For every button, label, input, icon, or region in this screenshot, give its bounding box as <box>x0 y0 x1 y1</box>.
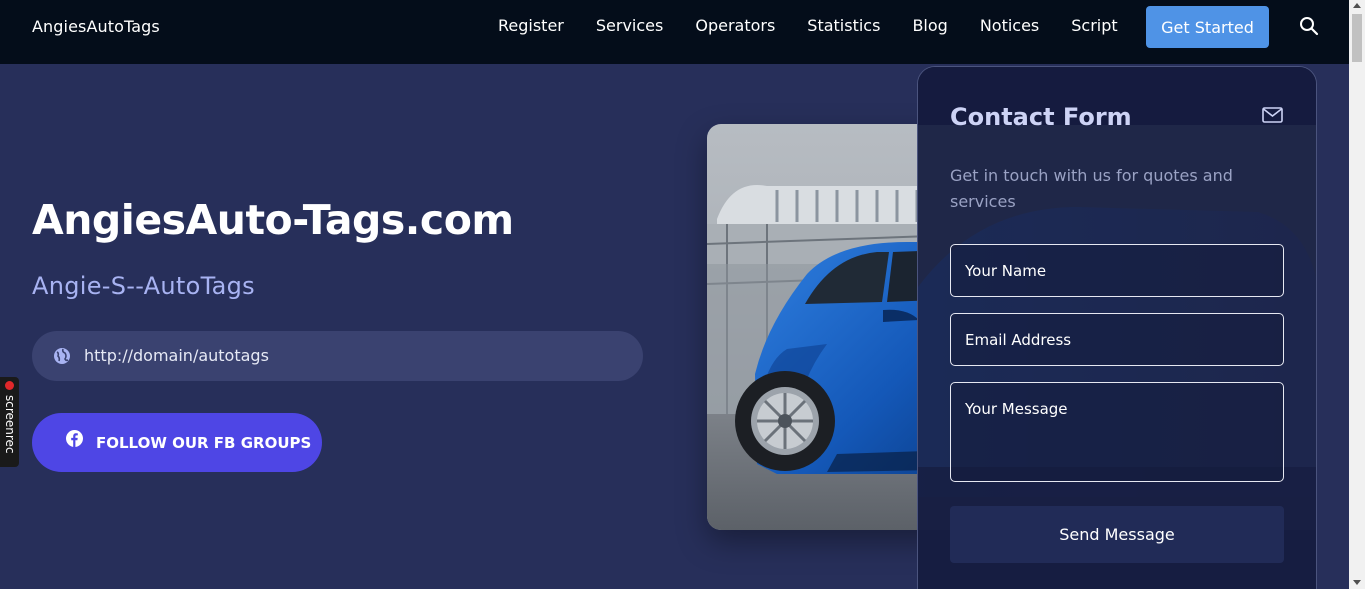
mail-icon <box>1262 107 1283 123</box>
top-navbar: AngiesAutoTags Register Services Operato… <box>0 0 1349 64</box>
scroll-thumb[interactable] <box>1352 14 1362 62</box>
send-message-button[interactable]: Send Message <box>950 506 1284 563</box>
nav-link-services[interactable]: Services <box>596 16 663 36</box>
scroll-down-icon[interactable] <box>1353 580 1361 585</box>
nav-link-operators[interactable]: Operators <box>695 16 775 36</box>
screenrec-tab[interactable]: screenrec <box>0 377 19 467</box>
email-input[interactable]: Email Address <box>950 313 1284 366</box>
contact-form-title: Contact Form <box>950 103 1132 131</box>
globe-icon <box>53 347 71 365</box>
facebook-icon <box>66 430 83 447</box>
name-input[interactable]: Your Name <box>950 244 1284 297</box>
search-icon[interactable] <box>1298 15 1320 37</box>
nav-link-notices[interactable]: Notices <box>980 16 1039 36</box>
hero-title: AngiesAuto-Tags.com <box>32 196 514 244</box>
screenrec-label: screenrec <box>3 395 17 454</box>
fb-button-label: FOLLOW OUR FB GROUPS <box>96 434 312 452</box>
hero-subtitle: Angie-S--AutoTags <box>32 272 255 300</box>
page-scrollbar[interactable] <box>1349 0 1365 589</box>
scroll-up-icon[interactable] <box>1353 3 1361 8</box>
nav-links: Register Services Operators Statistics B… <box>498 16 1150 36</box>
follow-fb-groups-button[interactable]: FOLLOW OUR FB GROUPS <box>32 413 322 472</box>
nav-link-register[interactable]: Register <box>498 16 564 36</box>
contact-form-panel: Contact Form Get in touch with us for qu… <box>917 66 1317 589</box>
record-dot-icon <box>5 381 14 390</box>
brand-logo[interactable]: AngiesAutoTags <box>32 17 160 36</box>
message-textarea[interactable]: Your Message <box>950 382 1284 482</box>
nav-link-script[interactable]: Script <box>1071 16 1117 36</box>
nav-link-blog[interactable]: Blog <box>912 16 947 36</box>
url-text: http://domain/autotags <box>84 346 269 365</box>
url-display: http://domain/autotags <box>32 331 643 381</box>
contact-form-description: Get in touch with us for quotes and serv… <box>950 166 1233 211</box>
nav-link-statistics[interactable]: Statistics <box>807 16 880 36</box>
get-started-button[interactable]: Get Started <box>1146 6 1269 48</box>
